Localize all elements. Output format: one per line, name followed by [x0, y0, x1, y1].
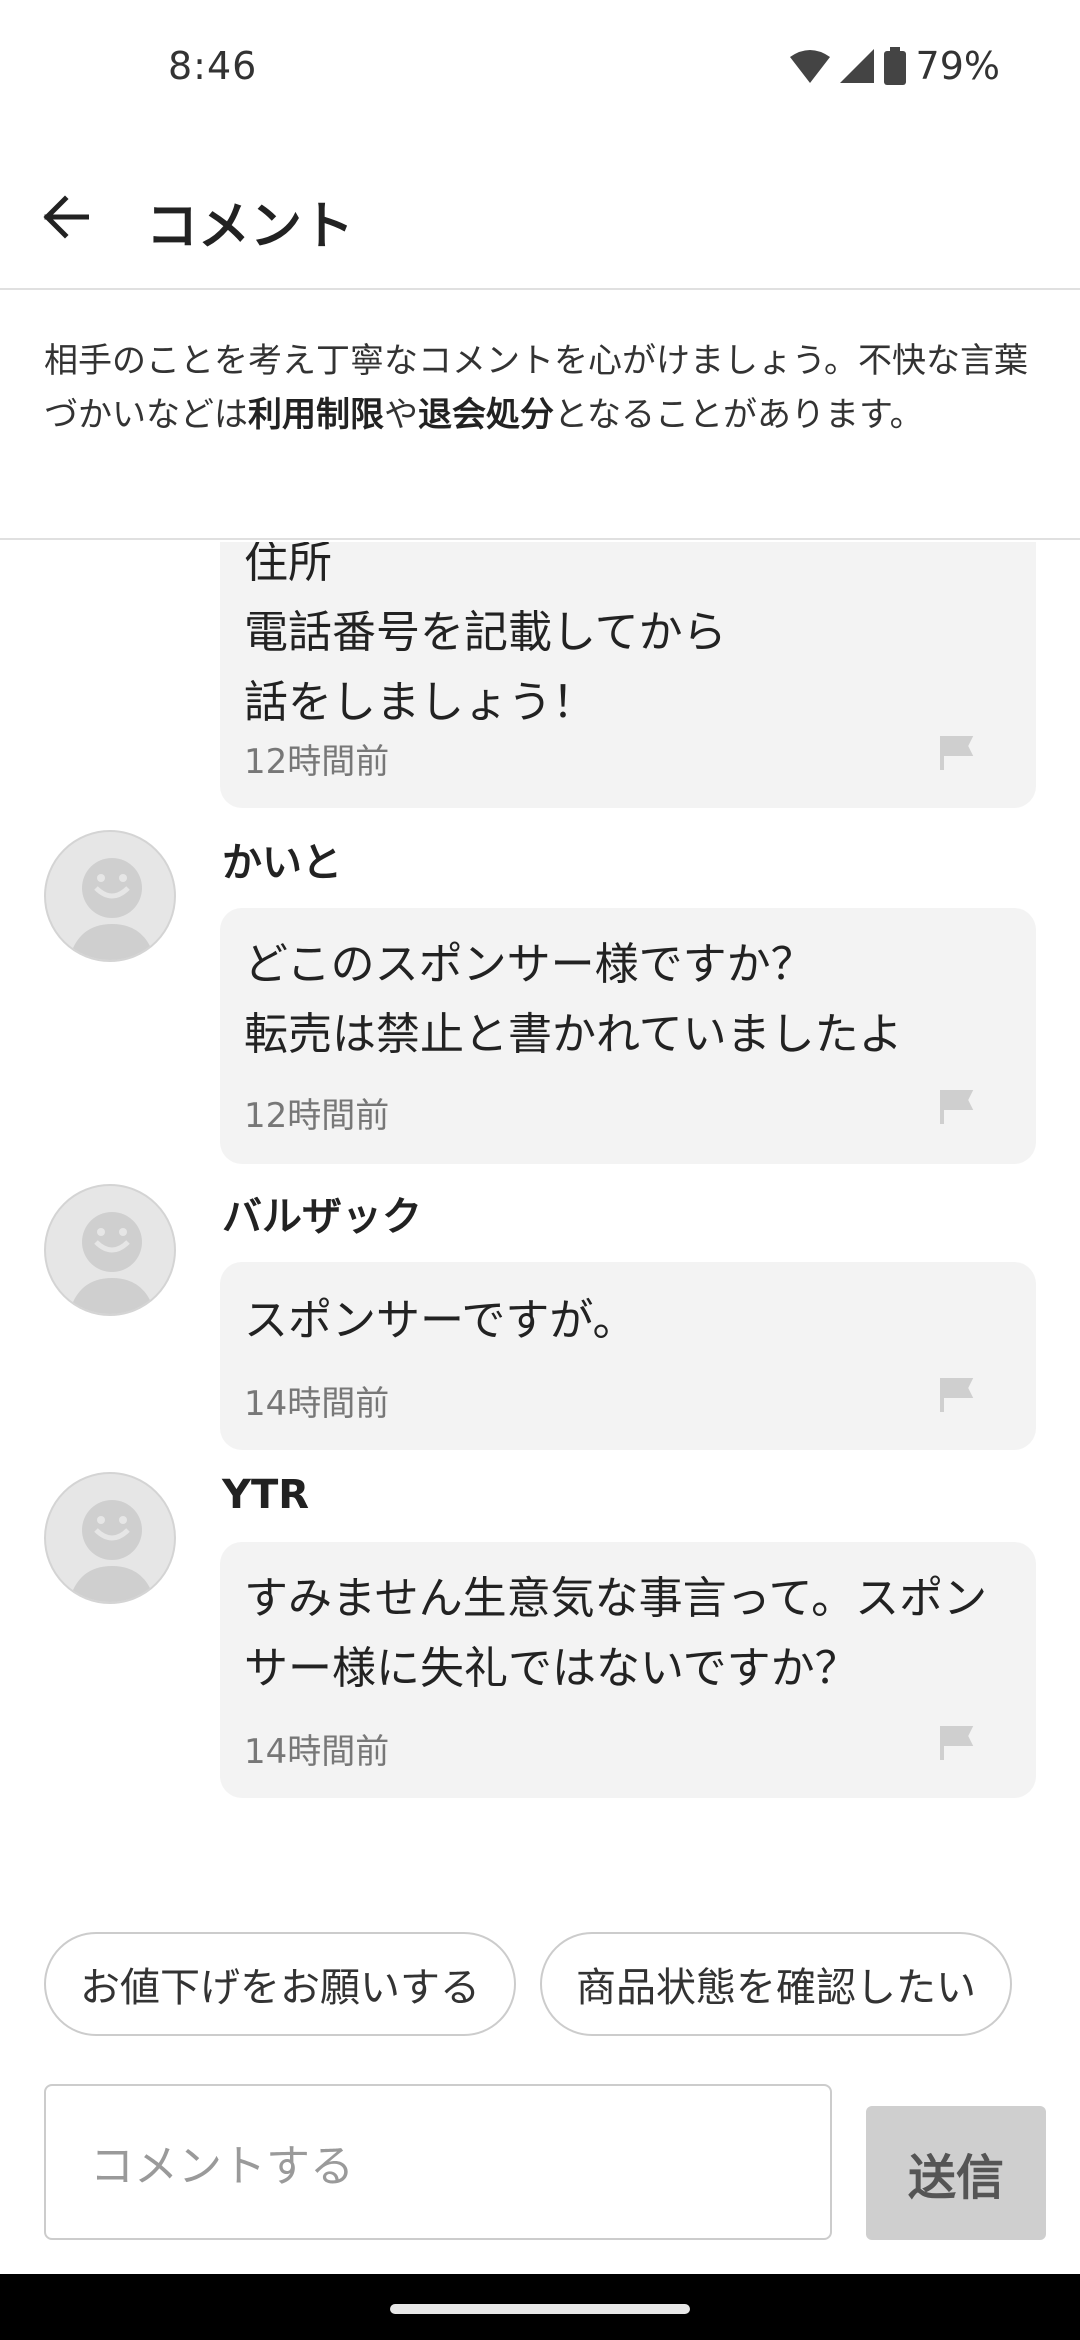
- status-bar: 8:46 79%: [0, 0, 1080, 140]
- default-avatar-icon: [69, 1212, 155, 1314]
- arrow-back-icon: [43, 195, 89, 239]
- comment-time: 14時間前: [244, 1384, 390, 1424]
- notice-text-2: や: [384, 395, 418, 435]
- status-icons: 79%: [789, 44, 1000, 88]
- quick-reply-condition[interactable]: 商品状態を確認したい: [540, 1932, 1012, 2036]
- quick-reply-chips: お値下げをお願いする 商品状態を確認したい: [44, 1932, 1012, 2040]
- comment-item: 住所 電話番号を記載してから 話をしましょう！ 12時間前: [0, 542, 1080, 812]
- battery-percent: 79%: [915, 44, 1000, 88]
- comment-guideline-notice: 相手のことを考え丁寧なコメントを心がけましょう。不快な言葉づかいなどは利用制限や…: [0, 290, 1080, 540]
- back-button[interactable]: [30, 182, 100, 252]
- avatar[interactable]: [44, 1472, 176, 1604]
- comment-bubble: すみません生意気な事言って。スポンサー様に失礼ではないですか？ 14時間前: [220, 1542, 1036, 1798]
- comment-bubble: どこのスポンサー様ですか？ 転売は禁止と書かれていましたよ 12時間前: [220, 908, 1036, 1164]
- report-flag-icon[interactable]: [936, 1086, 976, 1126]
- comment-input[interactable]: コメントする: [44, 2084, 832, 2240]
- comment-text: スポンサーですが。: [244, 1295, 637, 1346]
- comment-time: 12時間前: [244, 1096, 390, 1136]
- notice-bold-2: 退会処分: [418, 395, 554, 435]
- comment-text: 住所 電話番号を記載してから 話をしましょう！: [244, 542, 727, 728]
- report-flag-icon[interactable]: [936, 732, 976, 772]
- battery-icon: [883, 47, 906, 85]
- default-avatar-icon: [69, 1500, 155, 1602]
- signal-icon: [839, 49, 874, 83]
- wifi-icon: [789, 50, 830, 83]
- default-avatar-icon: [69, 858, 155, 960]
- comment-item: バルザック スポンサーですが。 14時間前: [0, 1184, 1080, 1450]
- comment-item: かいと どこのスポンサー様ですか？ 転売は禁止と書かれていましたよ 12時間前: [0, 830, 1080, 1166]
- page-title: コメント: [146, 197, 355, 257]
- avatar[interactable]: [44, 830, 176, 962]
- comment-username: かいと: [222, 840, 342, 886]
- comment-username: バルザック: [222, 1194, 422, 1240]
- comment-item: YTR すみません生意気な事言って。スポンサー様に失礼ではないですか？ 14時間…: [0, 1472, 1080, 1808]
- comment-text: すみません生意気な事言って。スポンサー様に失礼ではないですか？: [244, 1573, 988, 1694]
- notice-text-3: となることがあります。: [554, 395, 924, 435]
- report-flag-icon[interactable]: [936, 1374, 976, 1414]
- comment-bubble: 住所 電話番号を記載してから 話をしましょう！ 12時間前: [220, 542, 1036, 808]
- comment-time: 14時間前: [244, 1732, 390, 1772]
- comment-username: YTR: [222, 1472, 310, 1518]
- avatar[interactable]: [44, 1184, 176, 1316]
- quick-reply-price-down[interactable]: お値下げをお願いする: [44, 1932, 516, 2036]
- status-time: 8:46: [168, 44, 258, 88]
- comment-bubble: スポンサーですが。 14時間前: [220, 1262, 1036, 1450]
- notice-bold-1: 利用制限: [248, 395, 384, 435]
- comment-text: どこのスポンサー様ですか？ 転売は禁止と書かれていましたよ: [244, 939, 903, 1060]
- report-flag-icon[interactable]: [936, 1722, 976, 1762]
- app-bar: コメント: [0, 140, 1080, 290]
- comment-time: 12時間前: [244, 742, 390, 782]
- system-nav-bar: [0, 2274, 1080, 2340]
- home-gesture-handle[interactable]: [390, 2304, 690, 2314]
- send-button[interactable]: 送信: [866, 2106, 1046, 2240]
- comment-list[interactable]: 住所 電話番号を記載してから 話をしましょう！ 12時間前 かいと どこのスポン…: [0, 542, 1080, 1882]
